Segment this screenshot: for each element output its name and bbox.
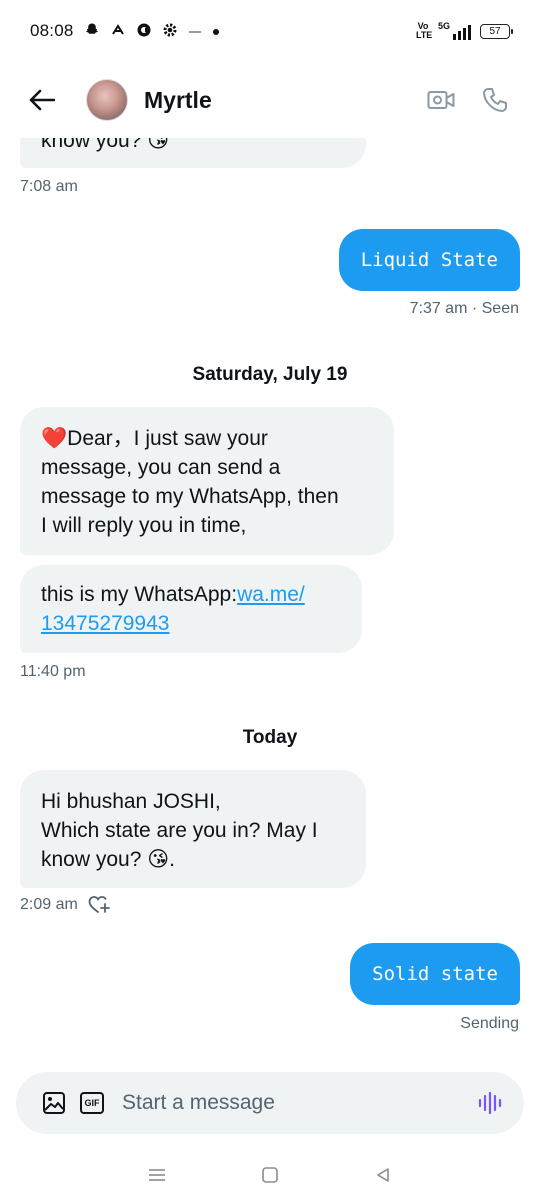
avatar[interactable] bbox=[86, 79, 128, 121]
message-text: Liquid State bbox=[360, 249, 498, 271]
incoming-message[interactable]: this is my WhatsApp:wa.me/ 13475279943 bbox=[20, 565, 362, 653]
contact-name[interactable]: Myrtle bbox=[144, 87, 212, 114]
home-square-icon bbox=[262, 1166, 278, 1183]
gif-button[interactable]: GIF bbox=[80, 1092, 104, 1114]
status-right: Vo LTE 5G 57 bbox=[415, 21, 513, 40]
message-status: 7:37 am · Seen bbox=[409, 300, 519, 317]
status-left: 08:08 bbox=[30, 21, 220, 41]
back-button[interactable] bbox=[22, 80, 62, 120]
message-thread[interactable]: know you? 😘 7:08 am Liquid State 7:37 am… bbox=[0, 138, 540, 1068]
incoming-message[interactable]: know you? 😘 bbox=[20, 138, 366, 168]
whatsapp-link[interactable]: 13475279943 bbox=[41, 612, 169, 635]
home-button[interactable] bbox=[255, 1160, 285, 1190]
date-separator: Saturday, July 19 bbox=[192, 364, 348, 385]
triangle-back-icon bbox=[377, 1167, 390, 1182]
video-call-button[interactable] bbox=[426, 85, 456, 115]
battery-icon: 57 bbox=[480, 23, 513, 39]
message-line: Which state are you in? May I bbox=[41, 819, 318, 842]
message-timestamp: 11:40 pm bbox=[20, 663, 86, 680]
system-nav-bar bbox=[0, 1150, 540, 1199]
video-call-icon bbox=[427, 91, 455, 109]
add-reaction-button[interactable] bbox=[88, 895, 110, 915]
arrow-left-icon bbox=[29, 89, 55, 111]
volte-label: Vo LTE bbox=[415, 21, 433, 40]
date-separator: Today bbox=[242, 727, 298, 748]
recents-button[interactable] bbox=[142, 1160, 172, 1190]
message-text: this is my WhatsApp: bbox=[41, 583, 238, 606]
chat-header: Myrtle bbox=[0, 62, 540, 138]
status-time: 08:08 bbox=[30, 21, 74, 40]
header-actions bbox=[426, 85, 510, 115]
incoming-message[interactable]: ❤️Dear，I just saw your message, you can … bbox=[20, 407, 394, 555]
snapchat-icon bbox=[84, 22, 100, 40]
outgoing-message[interactable]: Liquid State bbox=[338, 229, 520, 291]
outgoing-message[interactable]: Solid state bbox=[350, 943, 520, 1005]
notification-dot-icon bbox=[212, 24, 220, 38]
message-timestamp: 2:09 am bbox=[20, 895, 110, 915]
add-image-button[interactable] bbox=[40, 1089, 68, 1117]
add-reaction-icon bbox=[88, 896, 110, 913]
menu-icon bbox=[148, 1168, 165, 1181]
settings-gear-icon bbox=[162, 22, 178, 40]
status-bar: 08:08 Vo LTE 5G 57 bbox=[0, 0, 540, 62]
image-icon bbox=[43, 1092, 65, 1114]
message-text: know you? 😘 bbox=[41, 138, 170, 152]
voice-message-button[interactable] bbox=[476, 1089, 504, 1117]
timestamp-text: 2:09 am bbox=[20, 896, 78, 913]
message-line: message, you can send a bbox=[41, 456, 281, 479]
phone-icon bbox=[483, 88, 507, 112]
incoming-message[interactable]: Hi bhushan JOSHI, Which state are you in… bbox=[20, 770, 366, 888]
message-input[interactable]: Start a message bbox=[122, 1091, 476, 1115]
network-label: 5G bbox=[437, 21, 450, 31]
small-app-icon bbox=[188, 24, 202, 38]
message-composer: GIF Start a message bbox=[16, 1072, 524, 1134]
voice-waveform-icon bbox=[478, 1091, 502, 1115]
message-line: I will reply you in time, bbox=[41, 514, 247, 537]
message-line: ❤️Dear，I just saw your bbox=[41, 427, 268, 450]
message-line: Hi bhushan JOSHI, bbox=[41, 790, 221, 813]
message-line: know you? 😘. bbox=[41, 848, 175, 871]
message-line: message to my WhatsApp, then bbox=[41, 485, 339, 508]
signal-icon: 5G bbox=[438, 22, 472, 40]
message-text: Solid state bbox=[372, 963, 498, 985]
message-timestamp: 7:08 am bbox=[20, 178, 78, 195]
whatsapp-link[interactable]: wa.me/ bbox=[237, 583, 305, 606]
message-status: Sending bbox=[460, 1015, 519, 1032]
back-nav-button[interactable] bbox=[368, 1160, 398, 1190]
app-icon bbox=[110, 22, 126, 40]
c-app-icon bbox=[136, 22, 152, 40]
call-button[interactable] bbox=[480, 85, 510, 115]
